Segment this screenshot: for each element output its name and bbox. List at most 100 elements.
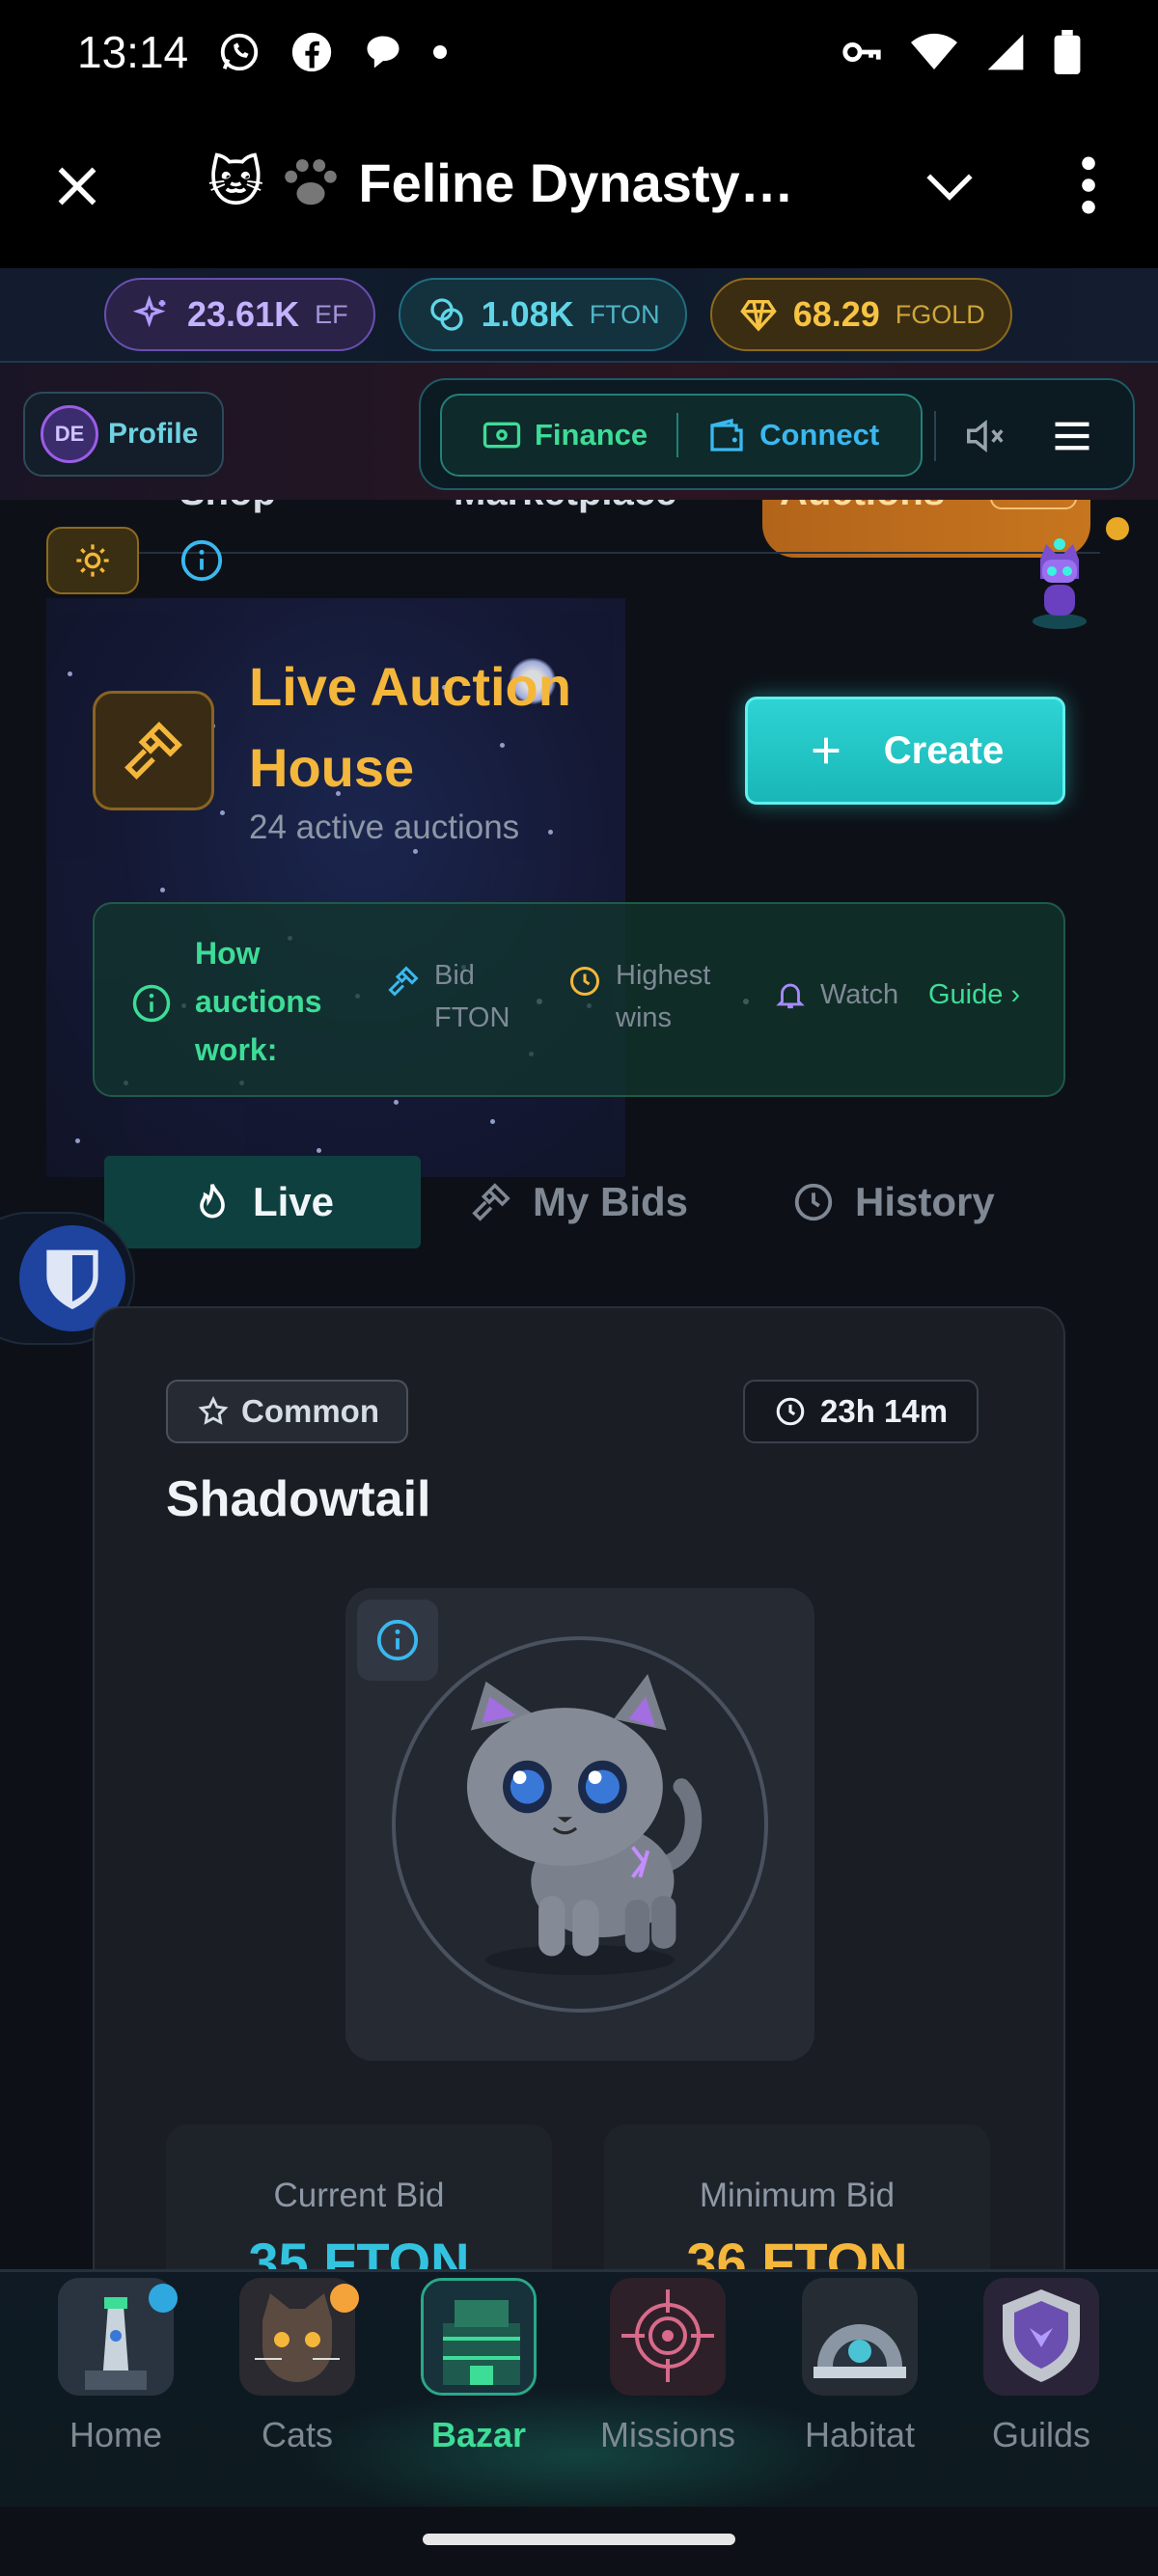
wifi-icon <box>911 33 957 69</box>
current-bid-label: Current Bid <box>273 2177 445 2214</box>
how-auctions-work-banner: How auctions work: Bid FTON Highest wins… <box>93 902 1065 1097</box>
finance-label: Finance <box>535 418 648 452</box>
close-icon[interactable] <box>48 157 106 215</box>
time-left-badge: 23h 14m <box>743 1380 979 1443</box>
minimum-bid-label: Minimum Bid <box>699 2177 896 2214</box>
fgold-balance[interactable]: 68.29 FGOLD <box>709 278 1012 351</box>
fgold-value: 68.29 <box>792 294 880 334</box>
bell-icon <box>776 983 805 1009</box>
tab-shop[interactable]: Shop <box>179 500 276 514</box>
badge <box>149 2284 178 2313</box>
active-auctions-count: 24 active auctions <box>249 808 520 846</box>
fton-balance[interactable]: 1.08K FTON <box>398 278 687 351</box>
banknote-icon <box>482 422 521 449</box>
theme-toggle-button[interactable] <box>46 527 139 594</box>
target-crosshair-icon <box>610 2278 726 2396</box>
sparkle-icon <box>133 295 166 328</box>
notification-dot <box>1106 517 1129 540</box>
whatsapp-icon <box>220 33 259 71</box>
info-icon <box>376 1619 419 1661</box>
nav-habitat[interactable]: Habitat <box>748 2272 922 2509</box>
time-left: 23h 14m <box>820 1393 949 1429</box>
system-icons <box>840 30 1081 74</box>
nav-missions[interactable]: Missions <box>556 2272 735 2509</box>
profile-label: Profile <box>108 418 199 450</box>
how-step-watch: Watch <box>774 973 898 1016</box>
avatar: DE <box>41 405 98 463</box>
nav-bazar[interactable]: Bazar <box>367 2272 540 2509</box>
clock-icon <box>570 967 599 996</box>
diamond-icon <box>739 300 777 332</box>
cat-info-button[interactable] <box>357 1600 438 1681</box>
chevron-down-icon[interactable] <box>922 164 978 206</box>
coins-icon <box>429 298 463 331</box>
ef-unit: EF <box>315 299 348 329</box>
more-vert-icon[interactable] <box>1071 152 1106 218</box>
info-icon <box>132 984 171 1023</box>
how-title: How auctions work: <box>195 936 322 1067</box>
rarity-badge: Common <box>166 1380 408 1443</box>
paw-icon <box>285 159 338 206</box>
title-text: Feline Dynasty… <box>358 151 794 213</box>
cat-name: Shadowtail <box>166 1471 431 1527</box>
info-icon[interactable] <box>179 538 224 583</box>
ef-value: 23.61K <box>187 294 300 334</box>
dot-separator <box>537 999 542 1004</box>
profile-button[interactable]: DE Profile <box>23 392 224 477</box>
facebook-icon <box>291 32 332 72</box>
status-bar: 13:14 <box>0 0 1158 104</box>
vpn-key-icon <box>842 41 881 63</box>
clock-icon <box>776 1397 805 1426</box>
page-title: 🐱 Feline Dynasty… <box>207 151 794 214</box>
star-icon <box>198 1395 229 1425</box>
wallet-icon <box>710 418 743 452</box>
nav-cats[interactable]: Cats <box>185 2272 359 2509</box>
notification-icons <box>217 30 448 74</box>
sun-icon <box>76 544 109 577</box>
connect-label: Connect <box>759 418 880 452</box>
how-step-label: Highest wins <box>616 960 711 1033</box>
bottom-nav: Home Cats Bazar Missions Habitat Guilds <box>0 2269 1158 2523</box>
hero-title: Live Auction House <box>249 656 571 798</box>
tab-my-bids[interactable]: My Bids <box>469 1156 688 1248</box>
nav-missions-label: Missions <box>599 2415 736 2454</box>
fgold-unit: FGOLD <box>895 299 985 329</box>
wallet-actions: Finance Connect <box>440 394 923 477</box>
create-auction-button[interactable]: Create <box>745 697 1065 805</box>
gavel-icon <box>388 966 419 997</box>
tab-my-bids-label: My Bids <box>533 1179 689 1224</box>
tab-marketplace[interactable]: Marketplace <box>454 500 676 514</box>
connect-button[interactable]: Connect <box>707 417 879 453</box>
clock: 13:14 <box>77 27 189 77</box>
top-nav: DE Profile Finance Connect <box>0 363 1158 500</box>
how-step-label: Watch <box>820 979 899 1010</box>
currency-bar: 23.61K EF 1.08K FTON 68.29 FGOLD <box>0 268 1158 363</box>
divider <box>676 413 679 457</box>
home-indicator[interactable] <box>423 2534 735 2545</box>
hamburger-menu-icon[interactable] <box>1052 417 1092 455</box>
nav-guilds-label: Guilds <box>991 2415 1091 2454</box>
nav-home[interactable]: Home <box>4 2272 178 2509</box>
tab-history[interactable]: History <box>791 1156 995 1248</box>
bazaar-building-icon <box>421 2278 537 2396</box>
habitat-pod-icon <box>802 2278 918 2396</box>
rarity-label: Common <box>241 1393 379 1429</box>
tab-history-label: History <box>855 1179 995 1224</box>
guide-link[interactable]: Guide › <box>928 979 1020 1011</box>
gavel-icon <box>472 1183 510 1221</box>
finance-button[interactable]: Finance <box>482 418 648 452</box>
cat-emoji: 🐱 <box>207 151 264 212</box>
nav-actions: Finance Connect <box>419 378 1135 490</box>
tab-live-label: Live <box>252 1179 335 1224</box>
volume-off-icon[interactable] <box>963 417 1007 455</box>
flame-icon <box>200 1184 225 1219</box>
auctions-count-badge: 24 <box>990 500 1077 509</box>
divider <box>934 411 936 461</box>
badge <box>330 2284 359 2313</box>
dot-separator <box>743 999 749 1004</box>
nav-guilds[interactable]: Guilds <box>929 2272 1103 2509</box>
ef-balance[interactable]: 23.61K EF <box>104 278 375 351</box>
robot-cat-mascot-icon[interactable] <box>1025 536 1094 629</box>
section-tabs: Shop Marketplace Auctions 24 <box>0 500 1158 558</box>
tab-live[interactable]: Live <box>104 1156 421 1248</box>
